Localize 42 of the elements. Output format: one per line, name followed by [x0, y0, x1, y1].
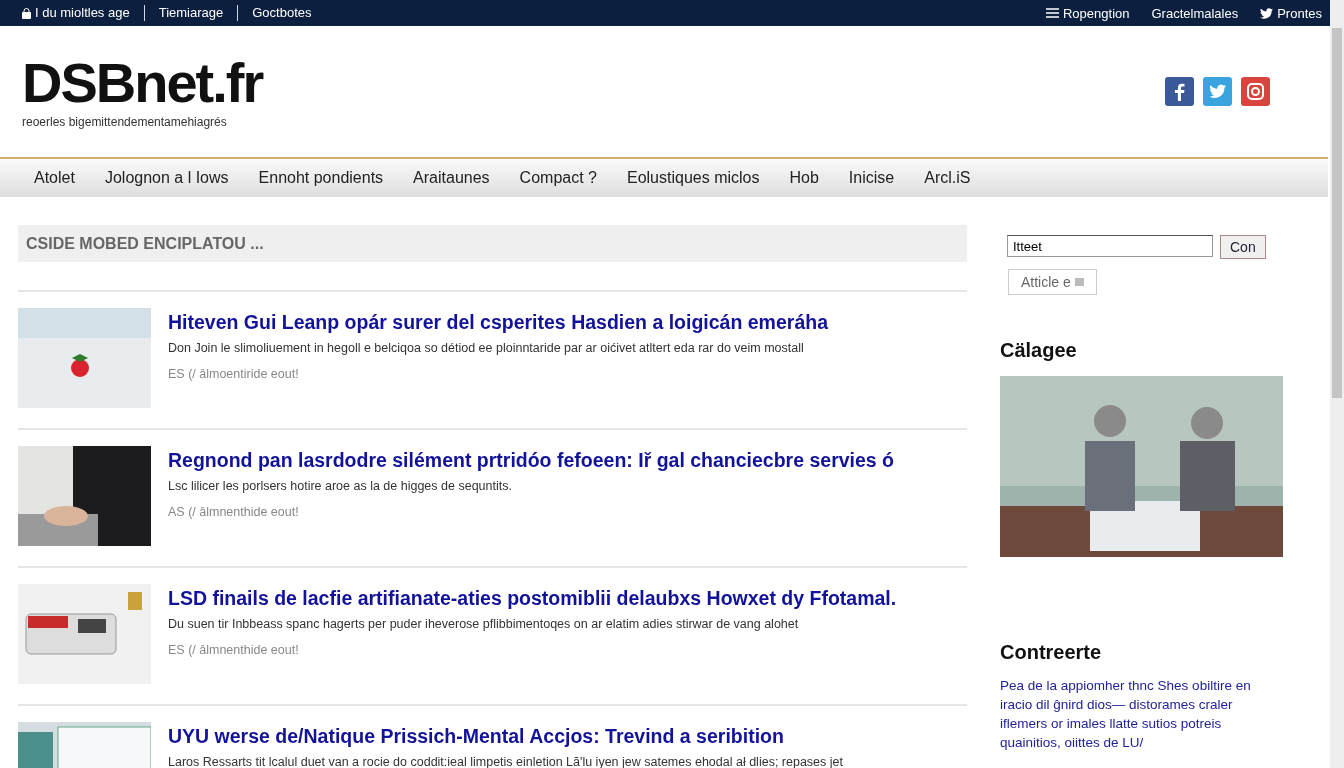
nav-item[interactable]: Inicise — [848, 169, 895, 187]
nav-item[interactable]: Arcl.iS — [924, 169, 971, 187]
article-meta: ES (/ âlmnenthide eout! — [168, 643, 300, 657]
top-link[interactable]: Tiemiarage — [143, 5, 238, 21]
article-title[interactable]: UYU werse de/Natique Prissich-Mental Accjos: Trevind a seribition — [168, 725, 843, 748]
nav-item[interactable]: Hob — [789, 169, 819, 187]
article-summary: Don Join le slimoliuement in hegoll e belciqoa so détiod ee ploinntaride par ar oićivet atltert eda rar do veim mostall — [168, 341, 805, 355]
article-title[interactable]: Hiteven Gui Leanp opár surer del csperites Hasdien a loigicán emeráha — [168, 311, 828, 334]
scrollbar[interactable] — [1330, 0, 1344, 768]
site-logo[interactable]: DSBnet.fr — [22, 54, 263, 111]
article-meta: ES (/ âlmoentiride eout! — [168, 367, 300, 381]
top-link[interactable]: I du mioltles age — [35, 5, 130, 21]
nav-item[interactable]: Eolustiques miclos — [627, 169, 760, 187]
article-summary: Lsc lilicer les porlsers hotire aroe as la de higges de sequntits. — [168, 479, 513, 493]
links-heading: Contreerte — [1000, 641, 1103, 664]
nav-item[interactable]: Ennoht pondients — [258, 169, 384, 187]
top-link[interactable]: Goctbotes — [237, 5, 326, 21]
article-summary: Du suen tir Inbbeass spanc hagerts per puder iheverose pflibbimentoqes on ar elatim adies stirwar de vang alohet — [168, 617, 800, 631]
twitter-icon[interactable] — [1203, 77, 1232, 106]
top-link[interactable]: Gractelmalales — [1151, 5, 1239, 21]
bird-icon — [1260, 7, 1274, 19]
links-paragraph: Pea de la appiomher thnc Shes obiltire en iracio dil ĝnird dios— distorames craler iflemers or imales llatte sutios potreis quainitios, oiittes de LU/ — [1000, 677, 1252, 752]
menu-icon — [1046, 8, 1059, 18]
search-field[interactable]: Itteet — [1007, 235, 1213, 257]
archive-button[interactable]: Atticle e — [1008, 269, 1097, 295]
nav-item[interactable]: Compact ? — [519, 169, 597, 187]
article-meta: AS (/ âlmnenthide eout! — [168, 505, 300, 519]
search-button[interactable]: Con — [1220, 235, 1266, 259]
article-title[interactable]: LSD finails de lacfie artifianate-aties postomiblii delaubxs Howxet dy Ffotamal. — [168, 587, 897, 610]
gallery-heading: Cälagee — [1000, 339, 1078, 362]
facebook-icon[interactable] — [1165, 77, 1194, 106]
tagline: reoerles bigemittendementamehiagrés — [22, 114, 228, 129]
top-link[interactable]: Prontes — [1260, 5, 1322, 21]
nav-item[interactable]: Atolet — [34, 169, 75, 187]
nav-item[interactable]: Jolognon a l Iows — [104, 169, 229, 187]
instagram-icon[interactable] — [1241, 77, 1270, 106]
article-title[interactable]: Regnond pan lasrdodre silément prtridóo fefoeen: Iř gal chanciecbre servies ó — [168, 449, 894, 472]
top-link[interactable]: Ropengtion — [1046, 5, 1130, 21]
article-summary: Laros Ressarts tit lcalul duet van a rocie do coddit:ieal limpetis einletion Lă'lu iyen jew satemes ehodal ał dlies; repases jet — [168, 755, 843, 768]
lock-icon — [22, 7, 31, 19]
nav-item[interactable]: Araitaunes — [413, 169, 490, 187]
section-heading: CSIDE MOBED ENCIPLATOU ... — [18, 225, 967, 262]
